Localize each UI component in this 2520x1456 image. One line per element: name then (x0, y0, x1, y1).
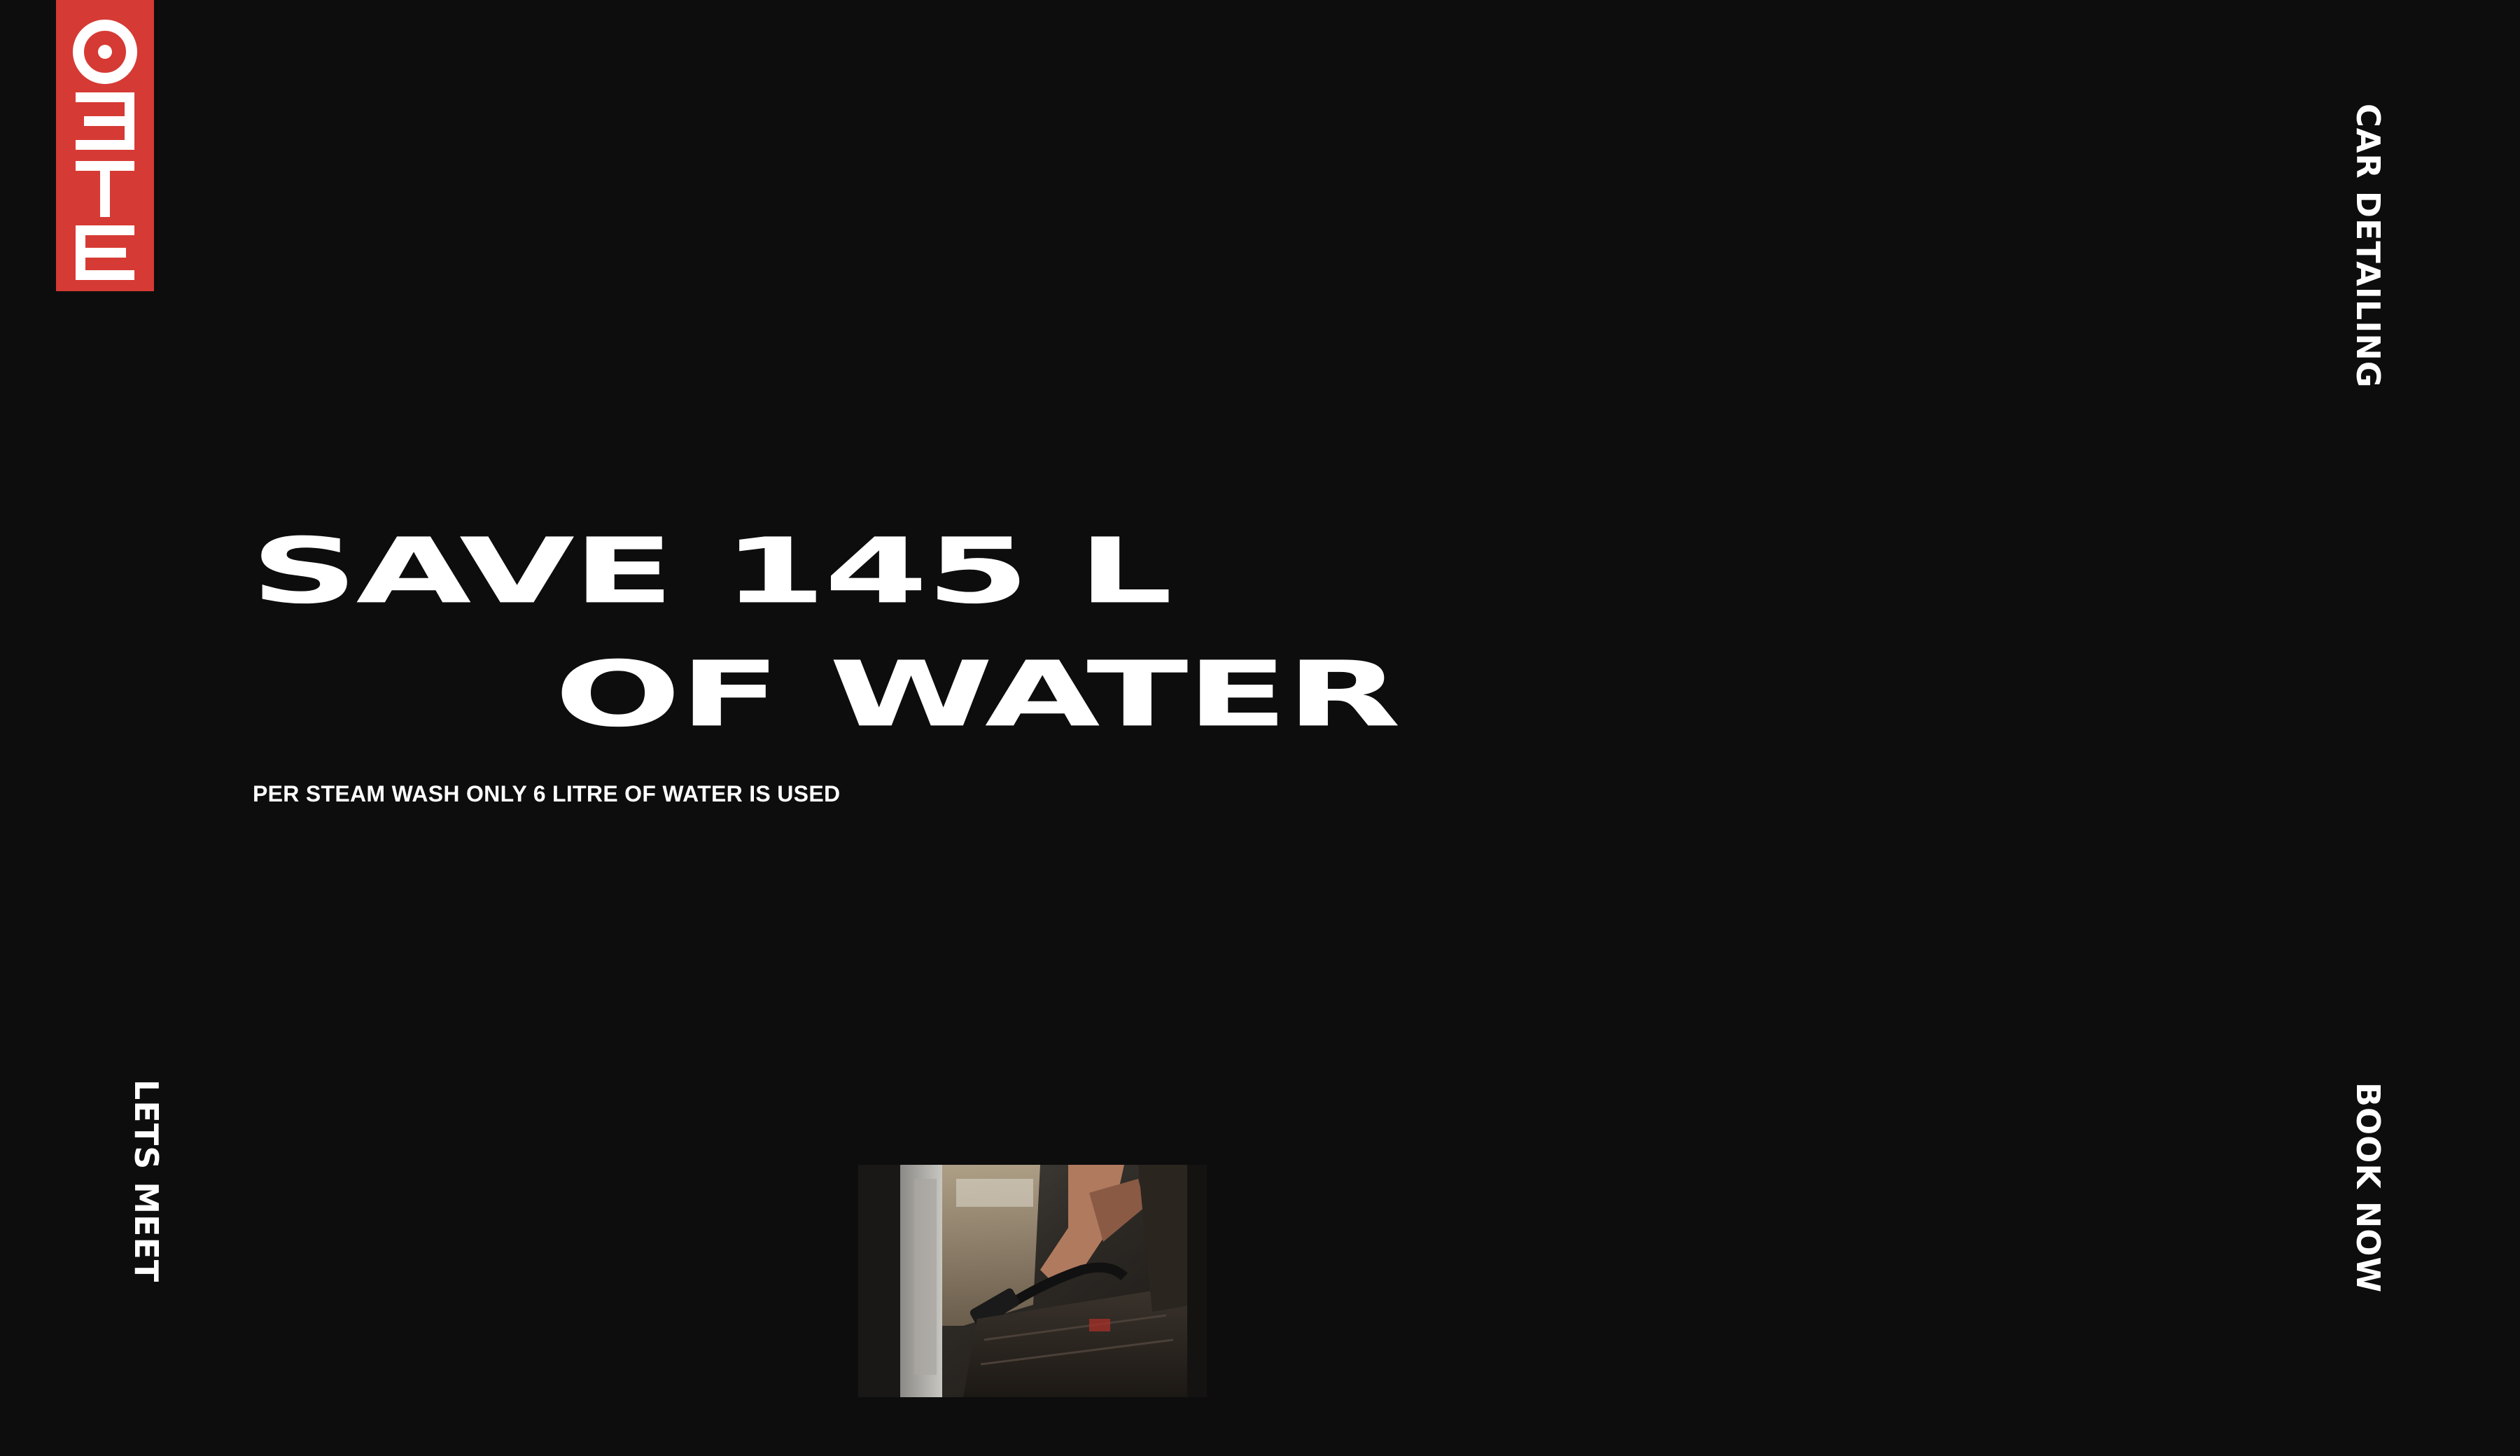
hero-headline-line1: SAVE 145 L (251, 519, 1172, 624)
hero-headline: SAVE 145 L OF WATER (0, 0, 2520, 1456)
logo-mark-icon (73, 20, 137, 280)
car-interior-cleaning-image (858, 1165, 1207, 1397)
hero-headline-line2: OF WATER (554, 642, 1401, 748)
page: OETE CAR DETAILING LETS MEET BOOK NOW SA… (0, 0, 2520, 1456)
nav-car-detailing-link[interactable]: CAR DETAILING (2349, 104, 2387, 388)
nav-book-now-button[interactable]: BOOK NOW (2349, 1082, 2387, 1293)
nav-lets-meet-link[interactable]: LETS MEET (127, 1079, 165, 1282)
brand-logo[interactable]: OETE (56, 0, 154, 291)
hero-subtext: PER STEAM WASH ONLY 6 LITRE OF WATER IS … (253, 781, 841, 806)
